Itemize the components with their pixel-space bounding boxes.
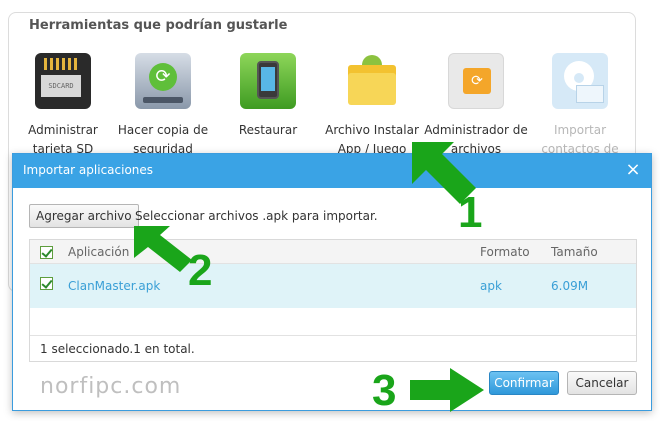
tool-restore[interactable]: Restaurar [212, 53, 324, 140]
file-manager-icon: ⟳ [448, 53, 504, 109]
tool-backup[interactable]: ⟳ Hacer copia de seguridad [107, 53, 219, 159]
header-format: Formato [480, 245, 530, 259]
step3-number: 3 [372, 366, 397, 415]
close-icon[interactable]: × [623, 160, 643, 180]
header-size: Tamaño [551, 245, 598, 259]
table-row[interactable]: ClanMaster.apk apk 6.09M [30, 264, 636, 308]
step1-number: 1 [458, 188, 483, 237]
select-all-checkbox[interactable] [40, 246, 53, 259]
tools-title: Herramientas que podrían gustarle [23, 18, 294, 33]
android-folder-icon [344, 53, 400, 109]
tool-label: Restaurar [238, 123, 298, 137]
backup-icon: ⟳ [135, 53, 191, 109]
step2-number: 2 [188, 246, 213, 295]
row-size: 6.09M [551, 279, 589, 293]
table-header: Aplicación Formato Tamaño [30, 240, 636, 264]
step3-arrow-icon [410, 368, 484, 412]
row-format: apk [480, 279, 502, 293]
apps-table: Aplicación Formato Tamaño ClanMaster.apk… [29, 239, 637, 362]
restore-phone-icon [240, 53, 296, 109]
import-dialog: Importar aplicaciones × Agregar archivo … [12, 153, 652, 411]
outlook-contacts-icon [552, 53, 608, 109]
dialog-header: Importar aplicaciones × [13, 154, 651, 188]
add-file-button[interactable]: Agregar archivo [29, 204, 139, 228]
hint-text: Seleccionar archivos .apk para importar. [135, 209, 378, 223]
row-app-name: ClanMaster.apk [68, 279, 161, 293]
sd-card-icon: SDCARD [35, 53, 91, 109]
watermark: norfipc.com [40, 374, 182, 399]
cancel-button[interactable]: Cancelar [567, 371, 637, 395]
tool-sd-card[interactable]: SDCARD Administrar tarjeta SD [7, 53, 119, 159]
row-checkbox[interactable] [40, 277, 53, 290]
dialog-title: Importar aplicaciones [23, 163, 154, 177]
header-app: Aplicación [68, 245, 130, 259]
selection-summary: 1 seleccionado.1 en total. [30, 335, 636, 361]
confirm-button[interactable]: Confirmar [489, 371, 559, 395]
